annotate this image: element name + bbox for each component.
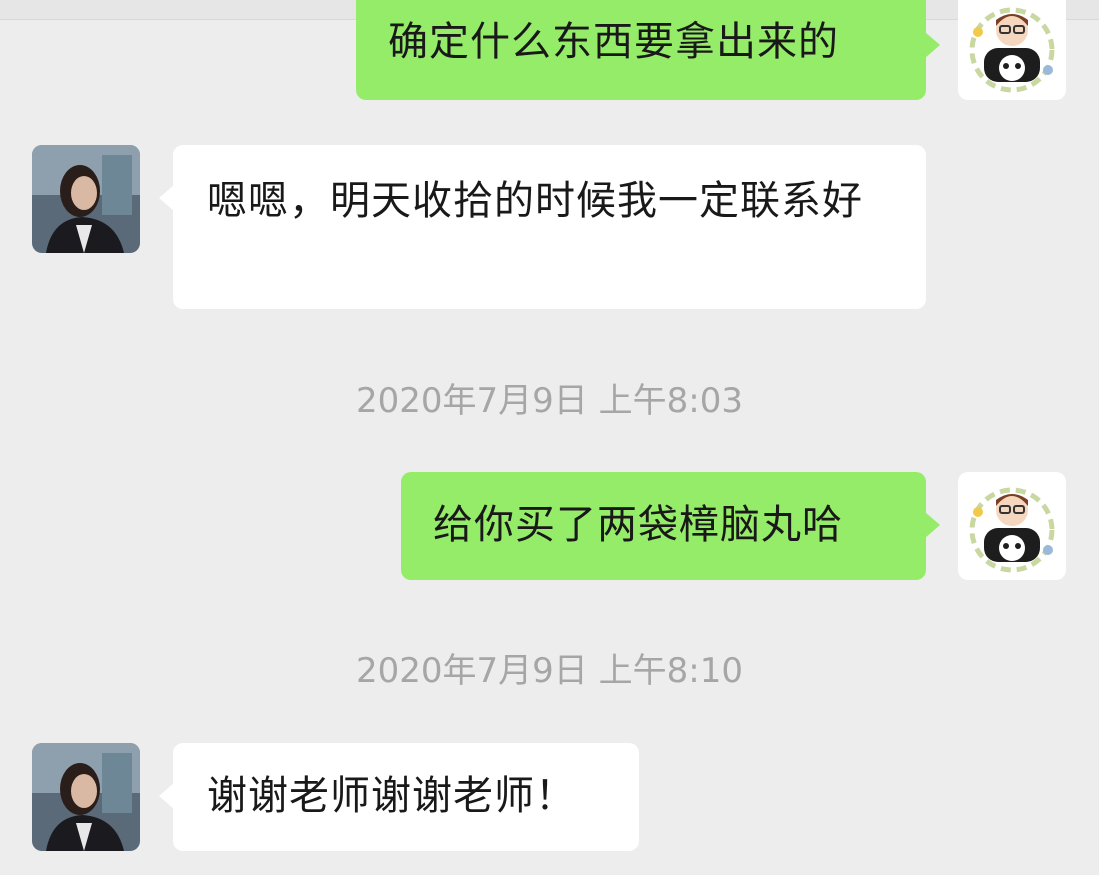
portrait-photo-icon bbox=[32, 145, 140, 253]
contact-avatar[interactable] bbox=[32, 145, 140, 253]
message-timestamp: 2020年7月9日 上午8:03 bbox=[356, 381, 743, 421]
received-message-bubble[interactable]: 谢谢老师谢谢老师！ bbox=[159, 743, 639, 851]
message-text: 谢谢老师谢谢老师！ bbox=[207, 773, 576, 819]
message-text: 确定什么东西要拿出来的 bbox=[388, 19, 839, 65]
my-avatar[interactable] bbox=[958, 472, 1066, 580]
received-message-bubble[interactable]: 嗯嗯，明天收拾的时候我一定联系好 bbox=[159, 145, 926, 309]
sent-message-bubble[interactable]: 给你买了两袋樟脑丸哈 bbox=[401, 472, 940, 580]
message-text: 嗯嗯，明天收拾的时候我一定联系好 bbox=[207, 178, 863, 224]
my-avatar[interactable] bbox=[958, 0, 1066, 100]
cartoon-boy-avatar-icon bbox=[958, 472, 1066, 580]
sent-message-bubble[interactable]: 确定什么东西要拿出来的 bbox=[356, 0, 940, 100]
cartoon-boy-avatar-icon bbox=[958, 0, 1066, 100]
contact-avatar[interactable] bbox=[32, 743, 140, 851]
portrait-photo-icon bbox=[32, 743, 140, 851]
message-text: 给你买了两袋樟脑丸哈 bbox=[433, 502, 843, 548]
message-timestamp: 2020年7月9日 上午8:10 bbox=[356, 651, 743, 691]
